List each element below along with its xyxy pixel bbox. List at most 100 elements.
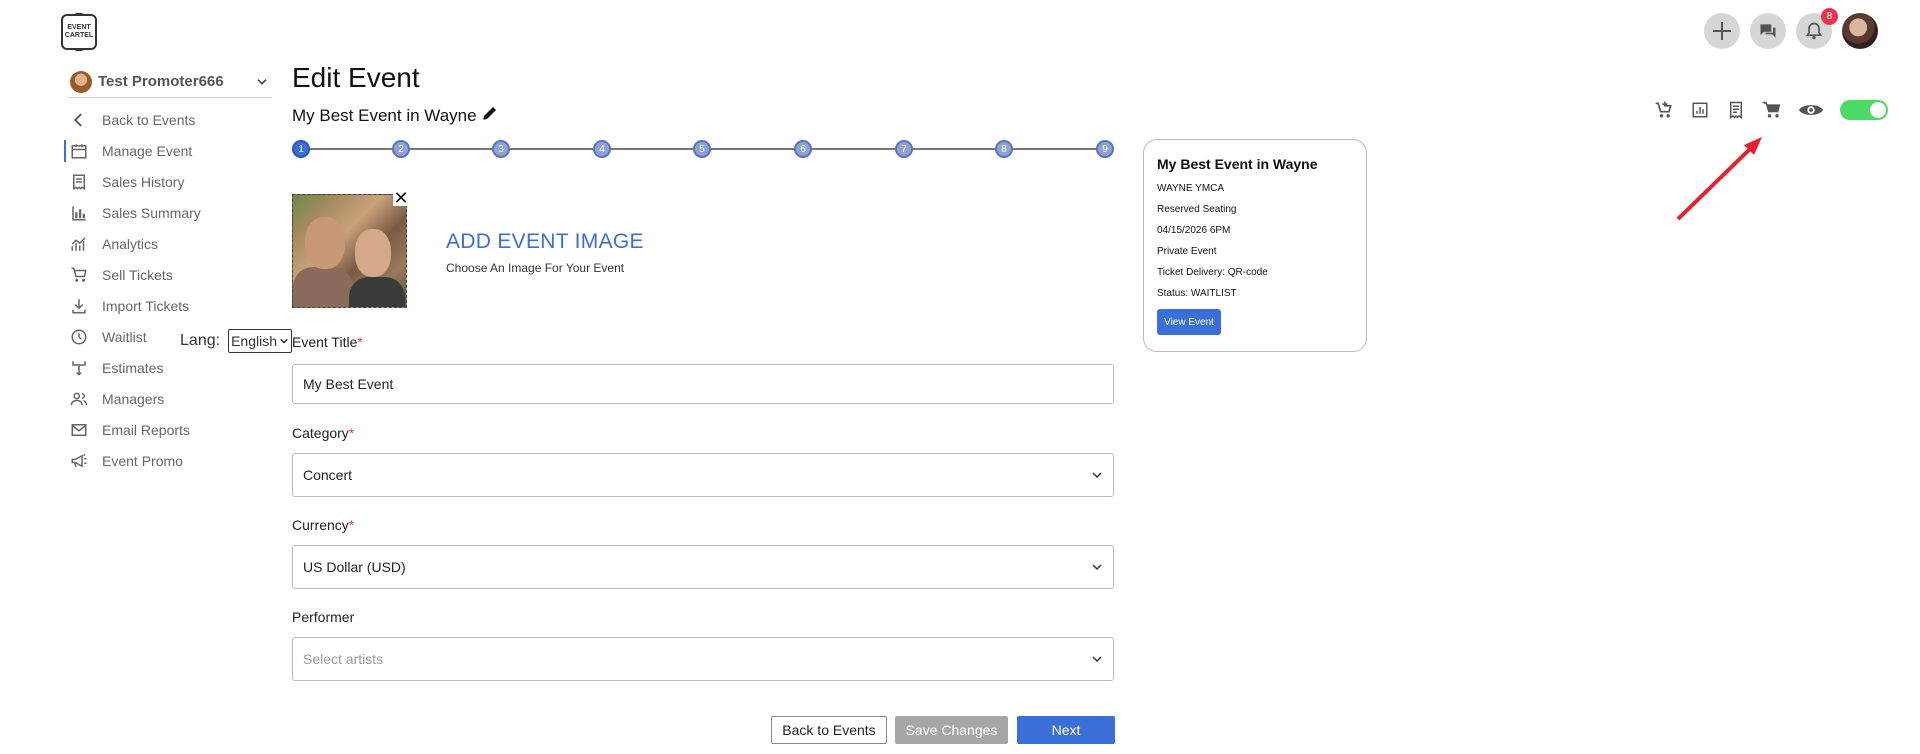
promoter-selector[interactable]: Test Promoter666 xyxy=(68,70,272,98)
performer-placeholder: Select artists xyxy=(303,651,384,667)
step-1[interactable]: 1 xyxy=(292,140,310,158)
chevron-down-icon xyxy=(1092,564,1102,571)
step-7[interactable]: 7 xyxy=(895,140,913,158)
megaphone-icon xyxy=(68,450,90,472)
sidebar-item-label: Manage Event xyxy=(102,142,193,159)
required-mark: * xyxy=(348,425,355,441)
cart-icon[interactable] xyxy=(1762,100,1782,120)
label-text: Category xyxy=(292,425,349,441)
notifications-button[interactable]: 8 xyxy=(1796,8,1838,49)
sidebar-item-analytics[interactable]: Analytics xyxy=(68,228,272,259)
promoter-name: Test Promoter666 xyxy=(98,73,224,90)
lang-label: Lang: xyxy=(180,332,221,349)
add-to-cart-icon[interactable] xyxy=(1654,100,1674,120)
category-select[interactable]: Concert xyxy=(292,453,1114,497)
add-button[interactable] xyxy=(1704,13,1740,49)
chevron-down-icon xyxy=(1092,472,1102,479)
card-datetime: 04/15/2026 6PM xyxy=(1157,225,1231,236)
next-button[interactable]: Next xyxy=(1017,716,1115,744)
sidebar-item-sell-tickets[interactable]: Sell Tickets xyxy=(68,259,272,290)
event-subtitle: My Best Event in Wayne xyxy=(292,104,499,127)
image-figure xyxy=(355,229,391,277)
card-title: My Best Event in Wayne xyxy=(1157,156,1318,172)
sidebar-item-manage-event[interactable]: Manage Event xyxy=(64,135,272,166)
cart-icon xyxy=(68,264,90,286)
step-progress: 1 2 3 4 5 6 7 8 9 xyxy=(292,140,1114,160)
user-avatar[interactable] xyxy=(1842,13,1878,49)
card-privacy: Private Event xyxy=(1157,246,1217,257)
people-icon xyxy=(68,388,90,410)
language-select[interactable]: English xyxy=(228,329,292,353)
sidebar-item-label: Estimates xyxy=(102,359,164,376)
step-3[interactable]: 3 xyxy=(492,140,510,158)
messages-button[interactable] xyxy=(1750,13,1786,49)
step-4[interactable]: 4 xyxy=(593,140,611,158)
notification-badge: 8 xyxy=(1821,8,1838,25)
event-image[interactable] xyxy=(292,194,407,308)
image-figure xyxy=(305,217,345,269)
chevron-down-icon xyxy=(1092,656,1102,663)
analytics-icon xyxy=(68,233,90,255)
sidebar-item-managers[interactable]: Managers xyxy=(68,383,272,414)
chevron-down-icon xyxy=(280,338,288,344)
performer-select[interactable]: Select artists xyxy=(292,637,1114,681)
sidebar-nav: Back to Events Manage Event Sales Histor… xyxy=(64,104,272,476)
card-seating: Reserved Seating xyxy=(1157,204,1237,215)
back-to-events-button[interactable]: Back to Events xyxy=(771,716,887,744)
sidebar-item-label: Sell Tickets xyxy=(102,266,173,283)
language-selector-group: Lang: English xyxy=(0,329,292,353)
step-2[interactable]: 2 xyxy=(392,140,410,158)
mail-icon xyxy=(68,419,90,441)
receipt-icon[interactable] xyxy=(1726,100,1746,120)
page-title: Edit Event xyxy=(292,62,420,93)
step-5[interactable]: 5 xyxy=(693,140,711,158)
sidebar-item-label: Event Promo xyxy=(102,452,183,469)
sidebar-item-sales-history[interactable]: Sales History xyxy=(68,166,272,197)
step-9[interactable]: 9 xyxy=(1096,140,1114,158)
sidebar-item-event-promo[interactable]: Event Promo xyxy=(68,445,272,476)
pencil-icon[interactable] xyxy=(481,104,499,127)
sidebar-item-label: Back to Events xyxy=(102,111,196,128)
sidebar-item-sales-summary[interactable]: Sales Summary xyxy=(68,197,272,228)
event-cartel-logo[interactable]: EVENT CARTEL xyxy=(61,13,97,51)
annotation-arrow-icon xyxy=(1676,137,1762,221)
step-8[interactable]: 8 xyxy=(995,140,1013,158)
sidebar-item-email-reports[interactable]: Email Reports xyxy=(68,414,272,445)
sidebar-item-label: Sales Summary xyxy=(102,204,201,221)
card-status: Status: WAITLIST xyxy=(1157,288,1237,299)
receipt-icon xyxy=(68,171,90,193)
step-6[interactable]: 6 xyxy=(794,140,812,158)
required-mark: * xyxy=(357,334,363,350)
add-event-image-hint: Choose An Image For Your Event xyxy=(446,261,625,275)
currency-value: US Dollar (USD) xyxy=(303,559,406,575)
currency-select[interactable]: US Dollar (USD) xyxy=(292,545,1114,589)
publish-toggle[interactable] xyxy=(1840,100,1888,120)
performer-label: Performer xyxy=(292,609,355,625)
view-event-button[interactable]: View Event xyxy=(1157,309,1221,335)
download-icon xyxy=(68,295,90,317)
logo-text-line1: EVENT xyxy=(67,24,91,31)
sidebar-item-label: Email Reports xyxy=(102,421,190,438)
save-changes-button[interactable]: Save Changes xyxy=(895,716,1008,744)
eye-icon[interactable] xyxy=(1798,100,1824,120)
required-mark: * xyxy=(348,517,355,533)
header-actions: 8 xyxy=(1704,8,1878,49)
promoter-avatar xyxy=(70,70,92,93)
sidebar-item-import-tickets[interactable]: Import Tickets xyxy=(68,290,272,321)
sidebar-item-back-to-events[interactable]: Back to Events xyxy=(68,104,272,135)
card-delivery: Ticket Delivery: QR-code xyxy=(1157,267,1268,278)
sidebar-item-label: Managers xyxy=(102,390,165,407)
report-chart-icon[interactable] xyxy=(1690,100,1710,120)
sidebar-item-estimates[interactable]: Estimates xyxy=(68,352,272,383)
event-toolbar xyxy=(1654,100,1888,120)
label-text: Event Title xyxy=(292,334,358,350)
currency-label: Currency* xyxy=(292,517,354,533)
add-event-image-link[interactable]: ADD EVENT IMAGE xyxy=(446,230,644,254)
sidebar-item-label: Analytics xyxy=(102,235,159,252)
event-title-input[interactable]: My Best Event xyxy=(292,364,1114,404)
calendar-icon xyxy=(68,140,90,162)
chevron-left-icon xyxy=(68,109,90,131)
sidebar-item-label: Sales History xyxy=(102,173,185,190)
chat-icon xyxy=(1760,24,1776,38)
remove-image-close-icon[interactable]: ✕ xyxy=(393,189,409,207)
